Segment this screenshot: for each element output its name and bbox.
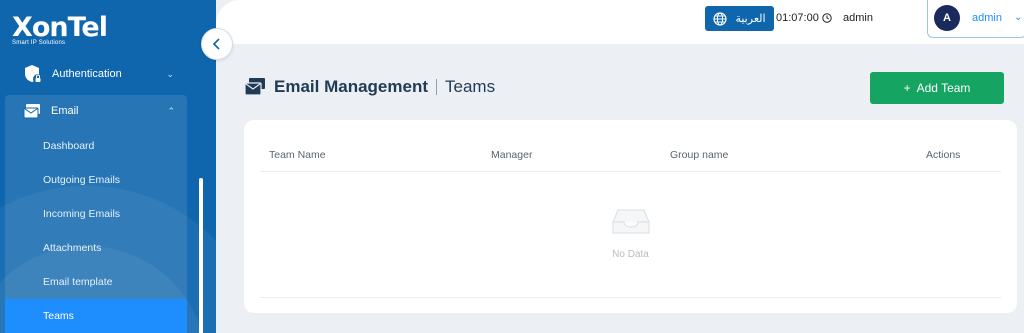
sidebar-item-authentication[interactable]: Authentication ⌄ (14, 60, 186, 88)
clock-time: 01:07:00 (776, 12, 819, 24)
chevron-left-icon (212, 38, 220, 50)
empty-state-text: No Data (612, 249, 649, 260)
column-header-manager[interactable]: Manager (491, 149, 532, 161)
email-icon (244, 78, 265, 96)
sidebar-item-email[interactable]: Email ⌃ (5, 95, 187, 127)
plus-icon: + (903, 81, 911, 95)
header-username: admin (843, 12, 873, 24)
brand-name: XonTel (12, 12, 108, 43)
add-team-button[interactable]: + Add Team (870, 72, 1004, 104)
sidebar-item-email-template[interactable]: Email template (5, 265, 187, 299)
brand-logo[interactable]: XonTel Smart IP Solutions (12, 12, 108, 47)
shield-lock-icon (25, 65, 43, 84)
top-header (216, 0, 1024, 44)
table-header: Team Name Manager Group name Actions (260, 138, 1001, 172)
globe-icon (713, 11, 728, 26)
sidebar-item-outgoing-emails[interactable]: Outgoing Emails (5, 163, 187, 197)
clock: 01:07:00 (776, 12, 832, 24)
sidebar-group-email: Email ⌃ Dashboard Outgoing Emails Incomi… (5, 95, 187, 333)
sidebar-item-incoming-emails[interactable]: Incoming Emails (5, 197, 187, 231)
column-header-team-name[interactable]: Team Name (269, 149, 326, 161)
avatar: A (934, 4, 960, 31)
add-team-label: Add Team (916, 81, 971, 95)
sidebar-item-teams[interactable]: Teams (5, 299, 187, 333)
page-title: Email Management Teams (244, 77, 495, 97)
title-divider (436, 79, 437, 95)
user-menu-name: admin (972, 11, 1002, 24)
column-header-actions[interactable]: Actions (926, 149, 960, 161)
sidebar-item-label: Email (51, 105, 79, 117)
chevron-down-icon: ⌄ (1013, 12, 1023, 23)
sidebar-item-dashboard[interactable]: Dashboard (5, 129, 187, 163)
teams-table-card: Team Name Manager Group name Actions No … (244, 120, 1017, 313)
sidebar-item-attachments[interactable]: Attachments (5, 231, 187, 265)
column-header-group-name[interactable]: Group name (670, 149, 728, 161)
sidebar: XonTel Smart IP Solutions Authentication… (0, 0, 216, 333)
language-switch-button[interactable]: العربية (705, 6, 774, 31)
page-title-sub: Teams (445, 77, 496, 96)
email-icon (23, 104, 40, 119)
chevron-down-icon: ⌄ (166, 68, 174, 79)
sidebar-scrollbar[interactable] (199, 178, 203, 333)
language-label: العربية (735, 13, 766, 25)
sidebar-collapse-button[interactable] (201, 28, 233, 60)
clock-icon (822, 13, 832, 23)
page-title-main: Email Management (274, 77, 428, 96)
empty-state: No Data (260, 172, 1001, 298)
empty-inbox-icon (612, 209, 650, 234)
chevron-up-icon: ⌃ (167, 105, 175, 116)
sidebar-item-label: Authentication (52, 68, 122, 80)
user-menu[interactable]: A admin ⌄ (927, 0, 1024, 38)
